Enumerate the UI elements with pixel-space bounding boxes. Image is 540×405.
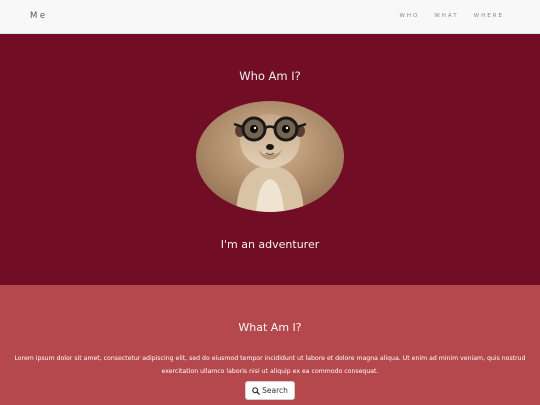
nav-link-where[interactable]: WHERE — [474, 13, 504, 19]
search-icon — [252, 386, 260, 395]
nav-links: WHO WHAT WHERE — [399, 13, 504, 19]
what-description: Lorem ipsum dolor sit amet, consectetur … — [14, 355, 526, 375]
who-section: Who Am I? I'm an adventurer — [0, 34, 540, 285]
brand-link[interactable]: Me — [30, 11, 48, 21]
navbar: Me WHO WHAT WHERE — [0, 0, 540, 34]
search-button[interactable]: Search — [245, 381, 295, 400]
search-button-label: Search — [262, 386, 288, 395]
who-tagline: I'm an adventurer — [220, 238, 320, 251]
what-section: What Am I? Lorem ipsum dolor sit amet, c… — [0, 285, 540, 405]
nav-link-who[interactable]: WHO — [399, 13, 419, 19]
who-title: Who Am I? — [239, 69, 301, 83]
what-title: What Am I? — [238, 321, 302, 334]
profile-photo — [196, 101, 344, 212]
nav-link-what[interactable]: WHAT — [434, 13, 458, 19]
